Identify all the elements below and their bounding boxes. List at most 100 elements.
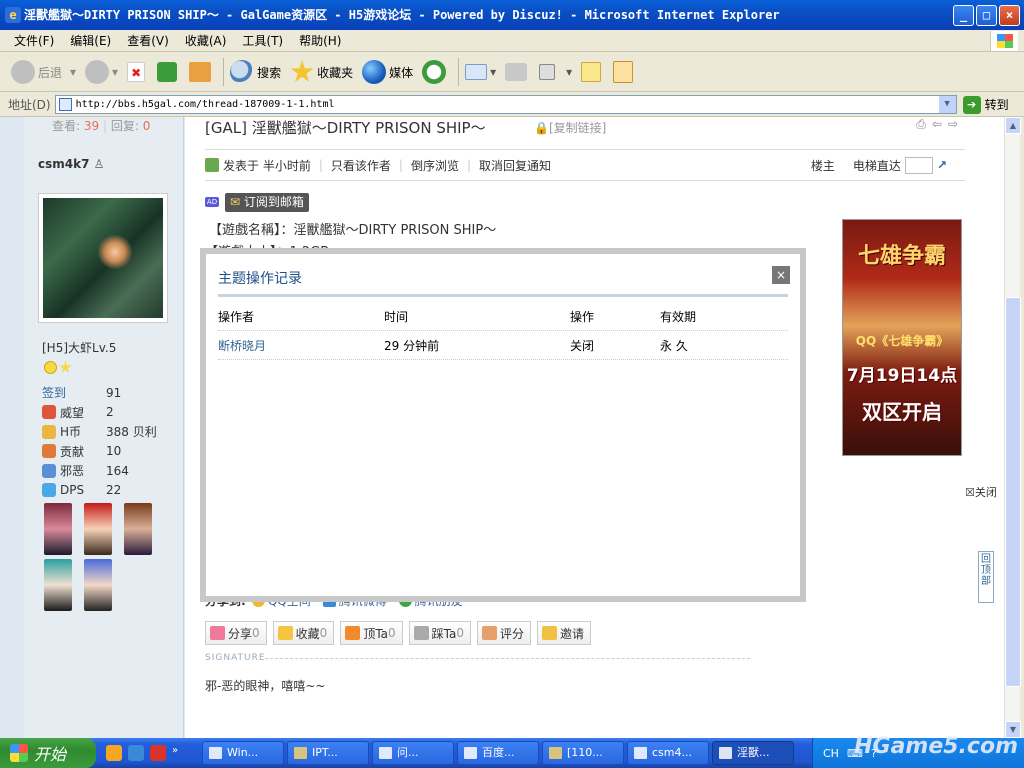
post-actions: 分享 0 收藏 0 顶Ta 0 踩Ta 0 评分 邀请 [205,621,592,645]
stop-icon: ✖ [127,62,146,82]
home-button[interactable] [186,55,217,89]
vertical-scrollbar[interactable]: ▲ ▼ [1004,117,1021,738]
advertisement-banner[interactable]: 七雄争霸 QQ《七雄争霸》 7月19日14点 双区开启 [842,219,962,456]
action-count: 0 [319,626,328,640]
print-icon[interactable]: ⎙ [916,117,926,132]
post-author-bar: 发表于 半小时前 | 只看该作者 | 倒序浏览 | 取消回复通知 楼主 电梯直达… [205,149,965,181]
thread-title: [GAL] 淫獸艦獄～DIRTY PRISON SHIP～ [205,119,486,137]
ie-page-icon [379,747,392,759]
dialog-divider [218,294,788,297]
menu-view[interactable]: 查看(V) [127,32,169,49]
menu-file[interactable]: 文件(F) [14,32,54,49]
taskbar-item[interactable]: Win... [202,741,284,765]
medal-icon[interactable] [124,503,152,555]
mail-button[interactable]: ▾ [462,55,499,89]
copy-link[interactable]: 🔒[复制链接] [534,119,606,136]
search-button[interactable]: 搜索 [227,55,284,89]
ad-headline: 七雄争霸 [857,244,946,269]
dialog-title: 主题操作记录 [218,271,302,287]
downvote-button[interactable]: 踩Ta 0 [408,621,471,645]
reverse-order-link[interactable]: 倒序浏览 [411,157,459,174]
star-icon [59,361,72,373]
stat-label: H币 [42,423,106,440]
taskbar-item[interactable]: csm4... [627,741,709,765]
address-label: 地址(D) [8,98,51,112]
address-input[interactable]: http://bbs.h5gal.com/thread-187009-1-1.h… [54,95,957,114]
refresh-button[interactable] [154,55,183,89]
task-label: csm4... [652,746,692,759]
printer-icon [505,63,528,81]
menu-favorites[interactable]: 收藏(A) [185,32,227,49]
lock-icon: 🔒 [534,121,549,135]
taskbar-item[interactable]: 百度... [457,741,539,765]
favorites-button[interactable]: 收藏夹 [287,55,356,89]
scroll-up-icon[interactable]: ▲ [1005,117,1021,134]
user-stats: 签到 91 威望 2 H币 388 贝利 贡献 10 邪恶 164 DPS 22 [42,383,182,500]
prev-thread-icon[interactable]: ⇦ [932,117,942,132]
input-language[interactable]: CH [823,747,839,760]
toolbar: 后退 ▾ ▾ ✖ 搜索 收藏夹 媒体 ▾ ▾ [0,53,1024,92]
operator-link[interactable]: 断桥晓月 [218,337,384,354]
taskbar-item[interactable]: 问... [372,741,454,765]
history-button[interactable] [419,55,452,89]
medal-icon[interactable] [44,503,72,555]
invite-button[interactable]: 邀请 [537,621,592,645]
system-tray: CH ⌨ ? HGame5.com [812,734,1024,768]
action-label: 踩Ta [431,626,457,641]
favorite-button[interactable]: 收藏 0 [272,621,335,645]
medal-icon[interactable] [84,559,112,611]
subscribe-email-button[interactable]: ✉ 订阅到邮箱 [225,193,309,212]
ie-icon[interactable] [128,745,144,761]
media-player-icon[interactable] [106,745,122,761]
go-button[interactable]: ➔ 转到 [962,95,1009,114]
stat-value: 91 [106,385,122,400]
share-button[interactable]: 分享 0 [205,621,267,645]
forward-button[interactable]: ▾ [82,55,121,89]
mail-icon [465,64,488,80]
rate-button[interactable]: 评分 [477,621,532,645]
quick-launch: » [106,745,202,761]
ad-cta: 双区开启 [862,400,942,424]
start-button[interactable]: 开始 [0,738,96,768]
messenger-button[interactable] [610,55,639,89]
subscribe-label: 订阅到邮箱 [243,195,304,209]
avatar[interactable] [38,193,168,323]
ie-page-icon [464,747,477,759]
edit-button[interactable]: ▾ [536,55,575,89]
baidu-icon[interactable] [150,745,166,761]
back-button[interactable]: 后退 ▾ [8,55,79,89]
stat-checkin-label[interactable]: 签到 [42,384,106,401]
discuss-button[interactable] [578,55,607,89]
stop-button[interactable]: ✖ [124,55,151,89]
taskbar-item[interactable]: IPT... [287,741,369,765]
task-label: 问... [397,746,419,759]
action-label: 评分 [500,626,525,641]
only-author-link[interactable]: 只看该作者 [331,157,391,174]
print-button[interactable] [502,55,533,89]
cancel-notify-link[interactable]: 取消回复通知 [479,157,551,174]
address-dropdown-icon[interactable]: ▼ [938,96,956,113]
taskbar-item-active[interactable]: 淫獸... [712,741,794,765]
floor-jump-input[interactable] [904,156,933,174]
watermark: HGame5.com [854,734,1018,759]
jump-go-icon[interactable]: ↗ [937,158,947,172]
close-window-button[interactable]: × [999,5,1020,26]
stat-label-text: H币 [60,425,82,440]
menu-tools[interactable]: 工具(T) [242,32,283,49]
maximize-button[interactable]: □ [976,5,997,26]
menu-help[interactable]: 帮助(H) [299,32,341,49]
taskbar-item[interactable]: [110... [542,741,624,765]
next-thread-icon[interactable]: ⇨ [948,117,958,132]
medal-icon[interactable] [84,503,112,555]
scroll-thumb[interactable] [1005,297,1021,687]
author-name[interactable]: csm4k7 ♙ [38,157,104,171]
dialog-close-button[interactable]: × [772,266,790,284]
post-tools: ⎙ ⇦ ⇨ [916,117,958,132]
ad-close-button[interactable]: ☒关闭 [965,484,997,500]
minimize-button[interactable]: _ [953,5,974,26]
menu-edit[interactable]: 编辑(E) [70,32,111,49]
upvote-button[interactable]: 顶Ta 0 [340,621,403,645]
media-button[interactable]: 媒体 [359,55,416,89]
back-to-top-button[interactable]: 回顶部 [978,551,994,603]
medal-icon[interactable] [44,559,72,611]
